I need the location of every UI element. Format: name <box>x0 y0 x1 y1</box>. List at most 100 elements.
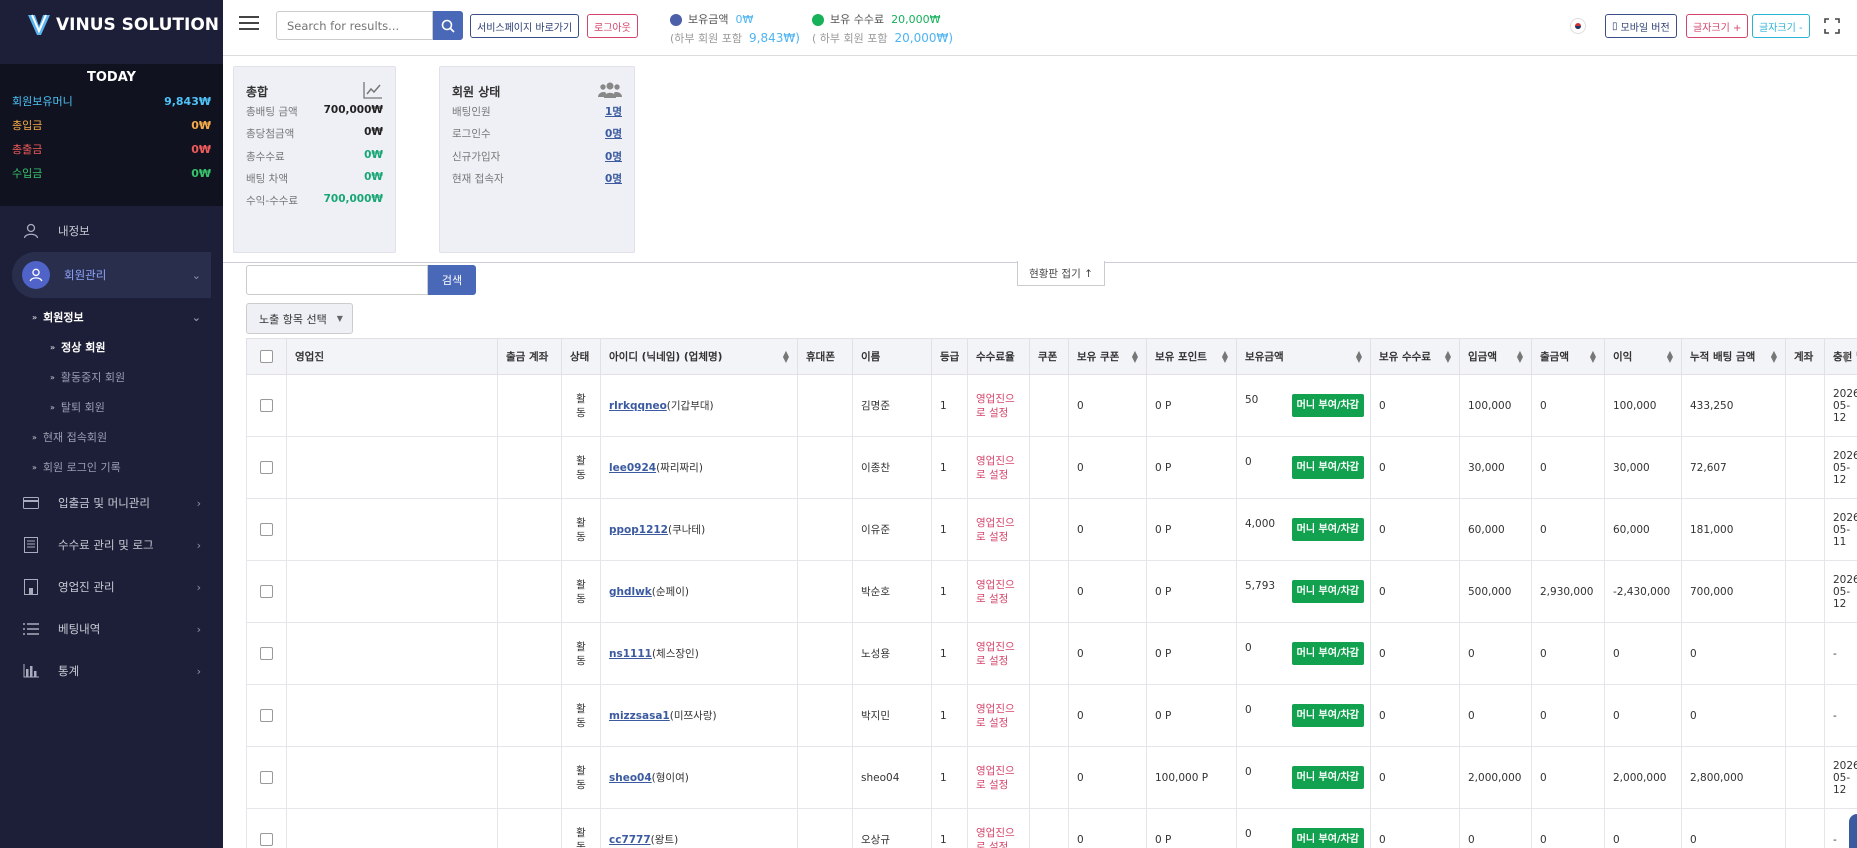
row-checkbox[interactable] <box>260 399 273 412</box>
member-id-link[interactable]: cc7777 <box>609 834 651 846</box>
sidebar-item-fee[interactable]: 수수료 관리 및 로그 › <box>0 524 223 566</box>
column-header[interactable]: 보유 쿠폰 ▲ ▼ <box>1068 338 1147 375</box>
row-checkbox[interactable] <box>260 833 273 846</box>
sidebar-item-stats[interactable]: 통계 › <box>0 650 223 692</box>
sidebar-subitem-withdrawn[interactable]: » 탈퇴 회원 <box>0 392 223 422</box>
set-agency-link[interactable]: 영업진으로 설정 <box>976 826 1021 848</box>
sidebar-item-money[interactable]: 입출금 및 머니관리 › <box>0 482 223 524</box>
font-size-down-button[interactable]: 글자크기 - <box>1752 14 1810 38</box>
filter-search-button[interactable]: 검색 <box>428 265 476 295</box>
users-icon <box>598 82 622 98</box>
member-id-link[interactable]: sheo04 <box>609 772 652 784</box>
sidebar-subitem-normal[interactable]: » 정상 회원 <box>0 332 223 362</box>
column-header[interactable]: 보유금액 ▲ ▼ <box>1236 338 1371 375</box>
column-header[interactable]: 출금액 ▲ ▼ <box>1531 338 1605 375</box>
money-adjust-button[interactable]: 머니 부여/차감 <box>1291 394 1364 417</box>
fold-dashboard-button[interactable]: 현황판 접기 ↑ <box>1017 261 1105 286</box>
row-checkbox[interactable] <box>260 771 273 784</box>
floating-side-tab[interactable] <box>1849 814 1857 848</box>
sidebar-subitem-member-info[interactable]: » 회원정보 ⌄ <box>0 302 223 332</box>
column-header-label: 영업진 <box>295 351 324 363</box>
row-checkbox[interactable] <box>260 709 273 722</box>
font-size-up-button[interactable]: 글자크기 + <box>1686 14 1749 38</box>
set-agency-link[interactable]: 영업진으로 설정 <box>976 578 1021 606</box>
column-header-label: 누적 배팅 금액 <box>1690 351 1756 363</box>
search-button[interactable] <box>433 11 463 40</box>
member-status-row-value[interactable]: 0명 <box>605 171 622 187</box>
brand-logo[interactable]: VINUS SOLUTION <box>0 0 223 50</box>
row-checkbox[interactable] <box>260 461 273 474</box>
row-checkbox[interactable] <box>260 523 273 536</box>
sidebar-item-members[interactable]: 회원관리 ⌄ <box>12 252 211 298</box>
money-adjust-button[interactable]: 머니 부여/차감 <box>1291 580 1364 603</box>
member-status-row-value[interactable]: 0명 <box>605 126 622 142</box>
sidebar-subitem-login-log[interactable]: » 회원 로그인 기록 <box>0 452 223 482</box>
double-chevron-icon: » <box>32 462 37 472</box>
member-id-link[interactable]: rlrkqqneo <box>609 400 667 412</box>
fullscreen-icon[interactable] <box>1824 18 1840 34</box>
hamburger-menu-icon[interactable] <box>239 16 259 32</box>
column-header[interactable]: 충전 날짜▲▼ <box>1824 338 1857 375</box>
table-row: 활동 ghdlwk(순페이) 박순호 1 영업진으로 설정 0 0 P 5,793 머니 부여/… <box>246 560 1857 623</box>
column-header[interactable]: 보유 수수료 ▲ ▼ <box>1370 338 1460 375</box>
deposit-cell: 30,000 <box>1459 436 1532 499</box>
set-agency-link[interactable]: 영업진으로 설정 <box>976 702 1021 730</box>
sidebar-item-betting[interactable]: 베팅내역 › <box>0 608 223 650</box>
sidebar-item-myinfo[interactable]: 내정보 <box>0 210 223 252</box>
set-agency-link[interactable]: 영업진으로 설정 <box>976 392 1021 420</box>
member-id-link[interactable]: ppop1212 <box>609 524 668 536</box>
korea-flag-icon[interactable] <box>1570 18 1586 34</box>
filter-input[interactable] <box>246 265 428 295</box>
member-status-row-label: 현재 접속자 <box>452 172 504 185</box>
member-id-link[interactable]: lee0924 <box>609 462 656 474</box>
table-row: 활동 lee0924(짜리짜리) 이종찬 1 영업진으로 설정 0 0 P 0 머니 부여/차감… <box>246 436 1857 499</box>
select-all-checkbox[interactable] <box>260 350 273 363</box>
row-checkbox[interactable] <box>260 585 273 598</box>
column-header[interactable]: 입금액 ▲ ▼ <box>1459 338 1532 375</box>
money-adjust-button[interactable]: 머니 부여/차감 <box>1291 642 1364 665</box>
agency-cell <box>286 684 498 747</box>
logout-button[interactable]: 로그아웃 <box>587 14 638 38</box>
money-adjust-button[interactable]: 머니 부여/차감 <box>1291 766 1364 789</box>
column-header-label: 이름 <box>861 351 881 363</box>
member-status-row-value[interactable]: 1명 <box>605 104 622 120</box>
service-page-button[interactable]: 서비스페이지 바로가기 <box>470 14 580 38</box>
column-header[interactable]: 이익 ▲ ▼ <box>1604 338 1682 375</box>
rate-cell: 영업진으로 설정 <box>967 374 1030 437</box>
sidebar-item-agency[interactable]: 영업진 관리 › <box>0 566 223 608</box>
building-icon <box>22 578 40 596</box>
column-select-dropdown[interactable]: 노출 항목 선택 ▼ <box>246 303 353 334</box>
money-adjust-button[interactable]: 머니 부여/차감 <box>1291 518 1364 541</box>
member-id-link[interactable]: mizzsasa1 <box>609 710 670 722</box>
mobile-version-button[interactable]: ▯ 모바일 버전 <box>1605 14 1677 38</box>
summary-row-label: 총수수료 <box>246 150 285 163</box>
search-input[interactable] <box>276 11 433 40</box>
set-agency-link[interactable]: 영업진으로 설정 <box>976 454 1021 482</box>
set-agency-link[interactable]: 영업진으로 설정 <box>976 640 1021 668</box>
hold-amount-value: 0₩ <box>735 13 754 26</box>
set-agency-link[interactable]: 영업진으로 설정 <box>976 516 1021 544</box>
member-nickname: (순페이) <box>651 586 689 598</box>
column-header[interactable]: 보유 포인트 ▲ ▼ <box>1146 338 1237 375</box>
member-id-link[interactable]: ghdlwk <box>609 586 652 598</box>
sidebar-subitem-current[interactable]: » 현재 접속회원 <box>0 422 223 452</box>
member-status-row-value[interactable]: 0명 <box>605 149 622 165</box>
sidebar-item-label: 회원정보 <box>43 311 84 324</box>
set-agency-link[interactable]: 영업진으로 설정 <box>976 764 1021 792</box>
today-row: 총출금 0₩ <box>12 137 211 161</box>
member-id-link[interactable]: ns1111 <box>609 648 652 660</box>
summary-row: 배팅 차액 0₩ <box>246 171 383 187</box>
sidebar-subitem-suspended[interactable]: » 활동중지 회원 <box>0 362 223 392</box>
name-cell: sheo04 <box>852 746 932 809</box>
money-adjust-button[interactable]: 머니 부여/차감 <box>1291 828 1364 848</box>
row-checkbox[interactable] <box>260 647 273 660</box>
column-header[interactable]: 아이디 (닉네임) (업체명) ▲ ▼ <box>600 338 798 375</box>
money-adjust-button[interactable]: 머니 부여/차감 <box>1291 456 1364 479</box>
column-header[interactable]: 누적 배팅 금액 ▲ ▼ <box>1681 338 1786 375</box>
money-adjust-button[interactable]: 머니 부여/차감 <box>1291 704 1364 727</box>
charge-date-cell: - <box>1824 684 1857 747</box>
today-row: 총입금 0₩ <box>12 113 211 137</box>
status-cell: 활동 <box>561 374 601 437</box>
sort-icon: ▲ ▼ <box>1444 349 1451 364</box>
column-select-label: 노출 항목 선택 <box>259 312 327 326</box>
